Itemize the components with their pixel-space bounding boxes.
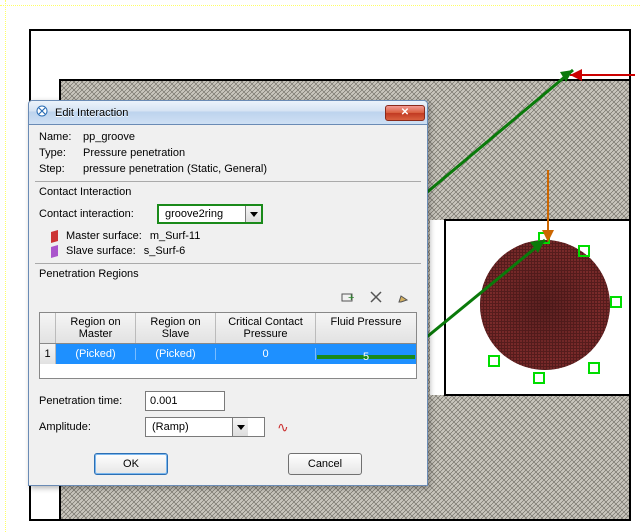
slave-surface-value: s_Surf-6 <box>144 245 186 257</box>
name-label: Name: <box>39 131 77 143</box>
load-arrow-orange <box>538 170 558 250</box>
penetration-time-input[interactable]: 0.001 <box>145 391 225 411</box>
selection-marker <box>610 296 622 308</box>
add-row-button[interactable]: + <box>339 288 357 306</box>
table-row[interactable]: 1 (Picked) (Picked) 0 5 <box>40 344 416 364</box>
chevron-down-icon <box>237 425 245 430</box>
selection-marker <box>588 362 600 374</box>
ok-button[interactable]: OK <box>94 453 168 475</box>
amplitude-create-icon[interactable]: ∿ <box>277 419 289 436</box>
penetration-regions-heading: Penetration Regions <box>39 268 417 280</box>
col-master: Region on Master <box>56 313 136 343</box>
amplitude-dropdown[interactable]: (Ramp) <box>145 417 265 437</box>
col-slave: Region on Slave <box>136 313 216 343</box>
amplitude-value: (Ramp) <box>146 418 232 436</box>
selection-marker <box>578 245 590 257</box>
dialog-title: Edit Interaction <box>55 107 379 119</box>
step-value: pressure penetration (Static, General) <box>83 163 267 175</box>
edit-interaction-dialog: Edit Interaction ✕ Name: pp_groove Type: P… <box>28 100 428 486</box>
svg-text:+: + <box>348 292 354 304</box>
dialog-titlebar[interactable]: Edit Interaction ✕ <box>29 101 427 125</box>
type-value: Pressure penetration <box>83 147 185 159</box>
name-value: pp_groove <box>83 131 135 143</box>
master-surface-label: Master surface: <box>66 230 142 242</box>
col-fluid-pressure: Fluid Pressure <box>316 313 416 343</box>
contact-interaction-dropdown[interactable]: groove2ring <box>157 204 263 224</box>
col-critical-pressure: Critical Contact Pressure <box>216 313 316 343</box>
contact-interaction-value: groove2ring <box>159 206 245 222</box>
cell-slave[interactable]: (Picked) <box>136 348 216 360</box>
edit-row-button[interactable] <box>395 288 413 306</box>
close-button[interactable]: ✕ <box>385 105 425 121</box>
type-label: Type: <box>39 147 77 159</box>
contact-interaction-label: Contact interaction: <box>39 208 151 220</box>
table-header: Region on Master Region on Slave Critica… <box>40 313 416 344</box>
penetration-time-label: Penetration time: <box>39 395 139 407</box>
cell-critical-pressure[interactable]: 0 <box>216 348 316 360</box>
master-surface-value: m_Surf-11 <box>150 230 201 242</box>
cancel-button[interactable]: Cancel <box>288 453 362 475</box>
load-arrow-red <box>560 60 640 90</box>
master-surface-icon <box>51 230 58 243</box>
step-label: Step: <box>39 163 77 175</box>
regions-table[interactable]: Region on Master Region on Slave Critica… <box>39 312 417 379</box>
selection-marker <box>533 372 545 384</box>
selection-marker <box>488 355 500 367</box>
app-icon <box>35 104 49 121</box>
slave-surface-label: Slave surface: <box>66 245 136 257</box>
dropdown-button[interactable] <box>245 206 261 222</box>
cell-master[interactable]: (Picked) <box>56 348 136 360</box>
ring-part <box>480 240 610 370</box>
contact-interaction-heading: Contact Interaction <box>39 186 417 198</box>
dropdown-button[interactable] <box>232 418 248 436</box>
chevron-down-icon <box>250 212 258 217</box>
delete-row-button[interactable] <box>367 288 385 306</box>
slave-surface-icon <box>51 245 58 258</box>
row-index: 1 <box>40 344 56 364</box>
amplitude-label: Amplitude: <box>39 421 139 433</box>
